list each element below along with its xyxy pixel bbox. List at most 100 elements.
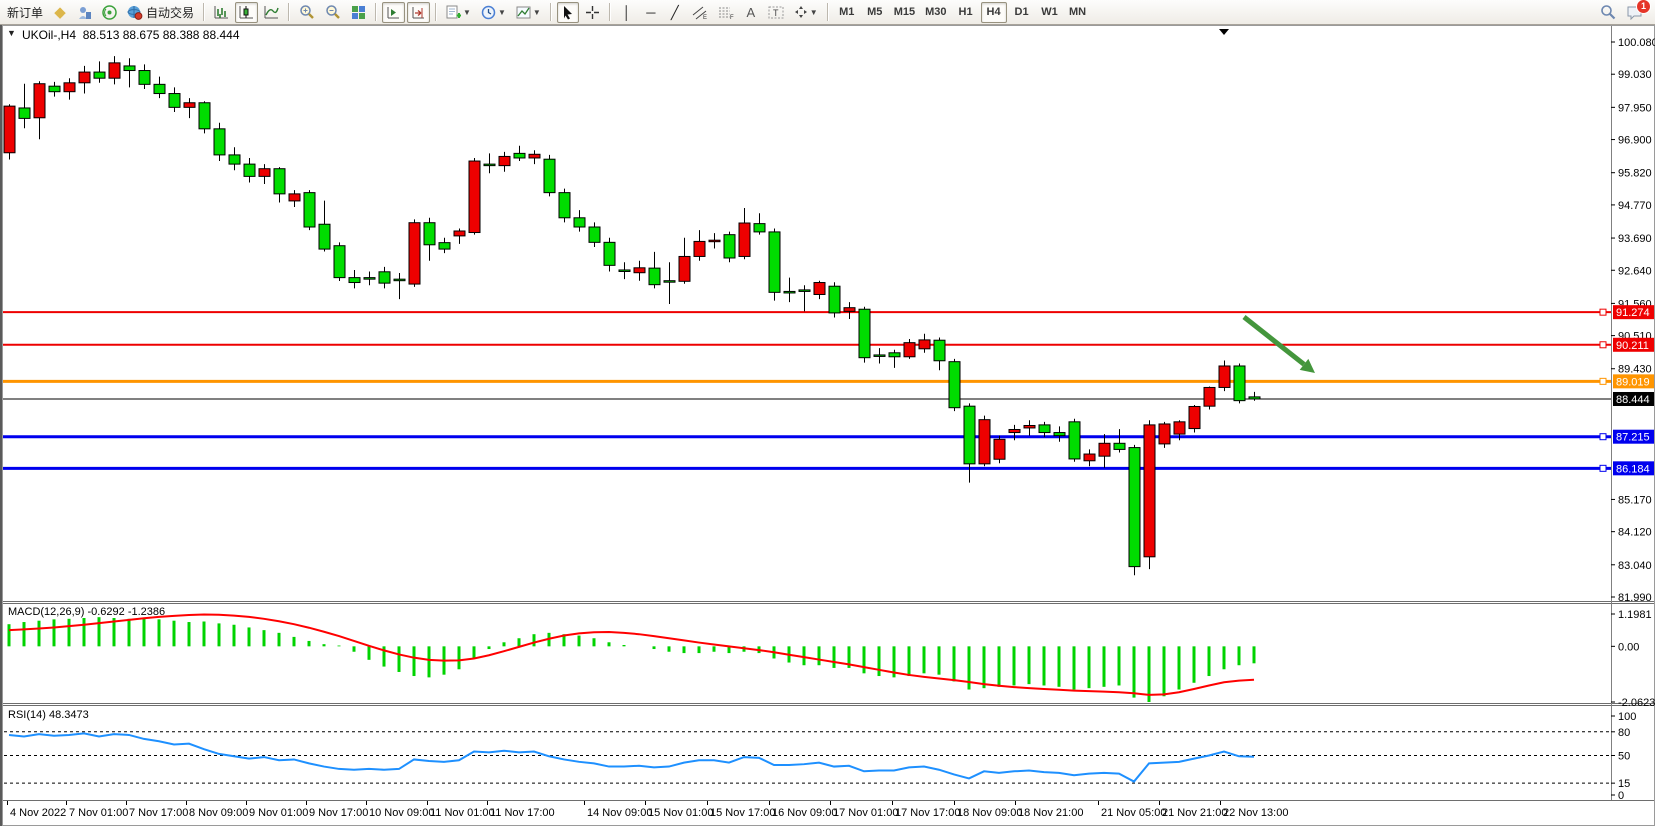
- new-order-label: 新订单: [7, 4, 43, 21]
- price-badge: 91.274: [1613, 305, 1654, 319]
- rsi-indicator-label: RSI(14) 48.3473: [8, 709, 89, 721]
- notifications-icon[interactable]: 1: [1622, 2, 1647, 23]
- orders-icon[interactable]: ◆: [49, 2, 71, 23]
- auto-scroll-icon[interactable]: [382, 2, 405, 23]
- zoom-out-icon[interactable]: [321, 2, 345, 23]
- timeframe-d1-button[interactable]: D1: [1009, 2, 1035, 23]
- svg-text:11 Nov 17:00: 11 Nov 17:00: [490, 807, 555, 819]
- zoom-in-icon[interactable]: [295, 2, 319, 23]
- timeframe-m30-button[interactable]: M30: [921, 2, 950, 23]
- svg-text:88.444: 88.444: [1616, 394, 1650, 406]
- cursor-icon[interactable]: [557, 2, 579, 23]
- timeframe-h1-button[interactable]: H1: [953, 2, 979, 23]
- chevron-down-icon: ▼: [533, 8, 541, 17]
- tile-windows-icon[interactable]: [347, 2, 370, 23]
- svg-text:18 Nov 09:00: 18 Nov 09:00: [957, 807, 1022, 819]
- svg-text:99.030: 99.030: [1618, 69, 1652, 81]
- svg-text:86.184: 86.184: [1616, 463, 1650, 475]
- timeframe-w1-button[interactable]: W1: [1037, 2, 1063, 23]
- price-badge: 86.184: [1613, 461, 1654, 475]
- svg-text:81.990: 81.990: [1618, 592, 1652, 604]
- svg-text:85.170: 85.170: [1618, 494, 1652, 506]
- svg-text:100.080: 100.080: [1618, 37, 1655, 49]
- svg-text:15 Nov 17:00: 15 Nov 17:00: [710, 807, 775, 819]
- svg-text:93.690: 93.690: [1618, 233, 1652, 245]
- svg-text:9 Nov 01:00: 9 Nov 01:00: [249, 807, 308, 819]
- timeframe-m5-button[interactable]: M5: [862, 2, 888, 23]
- price-badge: 90.211: [1613, 338, 1654, 352]
- svg-text:91.274: 91.274: [1616, 307, 1650, 319]
- toolbar-separator: [288, 3, 290, 21]
- toolbar-separator: [609, 3, 611, 21]
- text-icon[interactable]: A: [740, 2, 762, 23]
- signals-icon[interactable]: [98, 2, 121, 23]
- svg-text:7 Nov 17:00: 7 Nov 17:00: [129, 807, 188, 819]
- candle-chart-type-icon[interactable]: [235, 2, 258, 23]
- autotrade-globe-icon: [127, 5, 143, 20]
- chart-shift-icon[interactable]: [407, 2, 430, 23]
- fibonacci-icon[interactable]: F: [714, 2, 738, 23]
- notification-badge: 1: [1636, 0, 1651, 14]
- channel-icon[interactable]: E: [688, 2, 712, 23]
- svg-text:1.1981: 1.1981: [1618, 609, 1652, 621]
- svg-text:9 Nov 17:00: 9 Nov 17:00: [309, 807, 368, 819]
- svg-text:14 Nov 09:00: 14 Nov 09:00: [587, 807, 652, 819]
- toolbar-separator: [375, 3, 377, 21]
- svg-text:87.215: 87.215: [1616, 432, 1650, 444]
- market-watch-icon[interactable]: [73, 2, 96, 23]
- macd-indicator-label: MACD(12,26,9) -0.6292 -1.2386: [8, 606, 165, 618]
- svg-text:90.211: 90.211: [1616, 340, 1649, 352]
- svg-text:17 Nov 17:00: 17 Nov 17:00: [895, 807, 960, 819]
- one-click-trading-toggle[interactable]: ▼: [7, 28, 16, 38]
- svg-text:11 Nov 01:00: 11 Nov 01:00: [430, 807, 495, 819]
- svg-text:21 Nov 05:00: 21 Nov 05:00: [1101, 807, 1166, 819]
- svg-text:21 Nov 21:00: 21 Nov 21:00: [1162, 807, 1227, 819]
- svg-text:18 Nov 21:00: 18 Nov 21:00: [1018, 807, 1083, 819]
- svg-text:100: 100: [1618, 711, 1636, 723]
- timeframe-group: M1M5M15M30H1H4D1W1MN: [833, 2, 1092, 23]
- chart-title: UKOil-,H4 88.513 88.675 88.388 88.444: [22, 28, 240, 42]
- svg-text:F: F: [730, 15, 734, 20]
- price-badge: 89.019: [1613, 374, 1654, 388]
- timeframe-m1-button[interactable]: M1: [834, 2, 860, 23]
- toolbar-separator: [203, 3, 205, 21]
- bar-chart-type-icon[interactable]: [210, 2, 233, 23]
- svg-text:T: T: [773, 8, 779, 18]
- vertical-line-icon[interactable]: │: [616, 2, 638, 23]
- arrows-icon[interactable]: ▼: [790, 2, 822, 23]
- toolbar-separator: [550, 3, 552, 21]
- chart-canvas[interactable]: 100.08099.03097.95096.90095.82094.77093.…: [2, 25, 1655, 826]
- svg-text:10 Nov 09:00: 10 Nov 09:00: [369, 807, 434, 819]
- label-icon[interactable]: T: [764, 2, 788, 23]
- svg-text:7 Nov 01:00: 7 Nov 01:00: [69, 807, 128, 819]
- main-toolbar: 新订单 ◆ 自动交易: [0, 0, 1655, 25]
- trendline-icon[interactable]: ╱: [664, 2, 686, 23]
- svg-text:89.019: 89.019: [1616, 376, 1650, 388]
- svg-text:83.040: 83.040: [1618, 560, 1652, 572]
- search-icon[interactable]: [1596, 2, 1620, 23]
- periods-clock-icon[interactable]: ▼: [477, 2, 510, 23]
- chevron-down-icon: ▼: [810, 8, 818, 17]
- svg-text:15 Nov 01:00: 15 Nov 01:00: [648, 807, 713, 819]
- line-chart-type-icon[interactable]: [260, 2, 283, 23]
- horizontal-line-icon[interactable]: ─: [640, 2, 662, 23]
- svg-text:E: E: [703, 15, 707, 20]
- autotrade-label: 自动交易: [146, 4, 194, 21]
- chart-window[interactable]: 100.08099.03097.95096.90095.82094.77093.…: [0, 25, 1655, 826]
- svg-text:97.950: 97.950: [1618, 102, 1652, 114]
- autotrade-button[interactable]: 自动交易: [123, 2, 198, 23]
- svg-text:0: 0: [1618, 790, 1624, 802]
- svg-text:22 Nov 13:00: 22 Nov 13:00: [1223, 807, 1288, 819]
- timeframe-h4-button[interactable]: H4: [981, 2, 1007, 23]
- svg-text:95.820: 95.820: [1618, 168, 1652, 180]
- timeframe-mn-button[interactable]: MN: [1065, 2, 1091, 23]
- add-indicator-icon[interactable]: ▼: [442, 2, 475, 23]
- templates-icon[interactable]: ▼: [512, 2, 545, 23]
- svg-text:92.640: 92.640: [1618, 265, 1652, 277]
- chevron-down-icon: ▼: [498, 8, 506, 17]
- timeframe-m15-button[interactable]: M15: [890, 2, 919, 23]
- crosshair-icon[interactable]: [581, 2, 604, 23]
- new-order-button[interactable]: 新订单: [3, 2, 47, 23]
- ohlc-values: 88.513 88.675 88.388 88.444: [83, 28, 240, 42]
- svg-text:80: 80: [1618, 727, 1630, 739]
